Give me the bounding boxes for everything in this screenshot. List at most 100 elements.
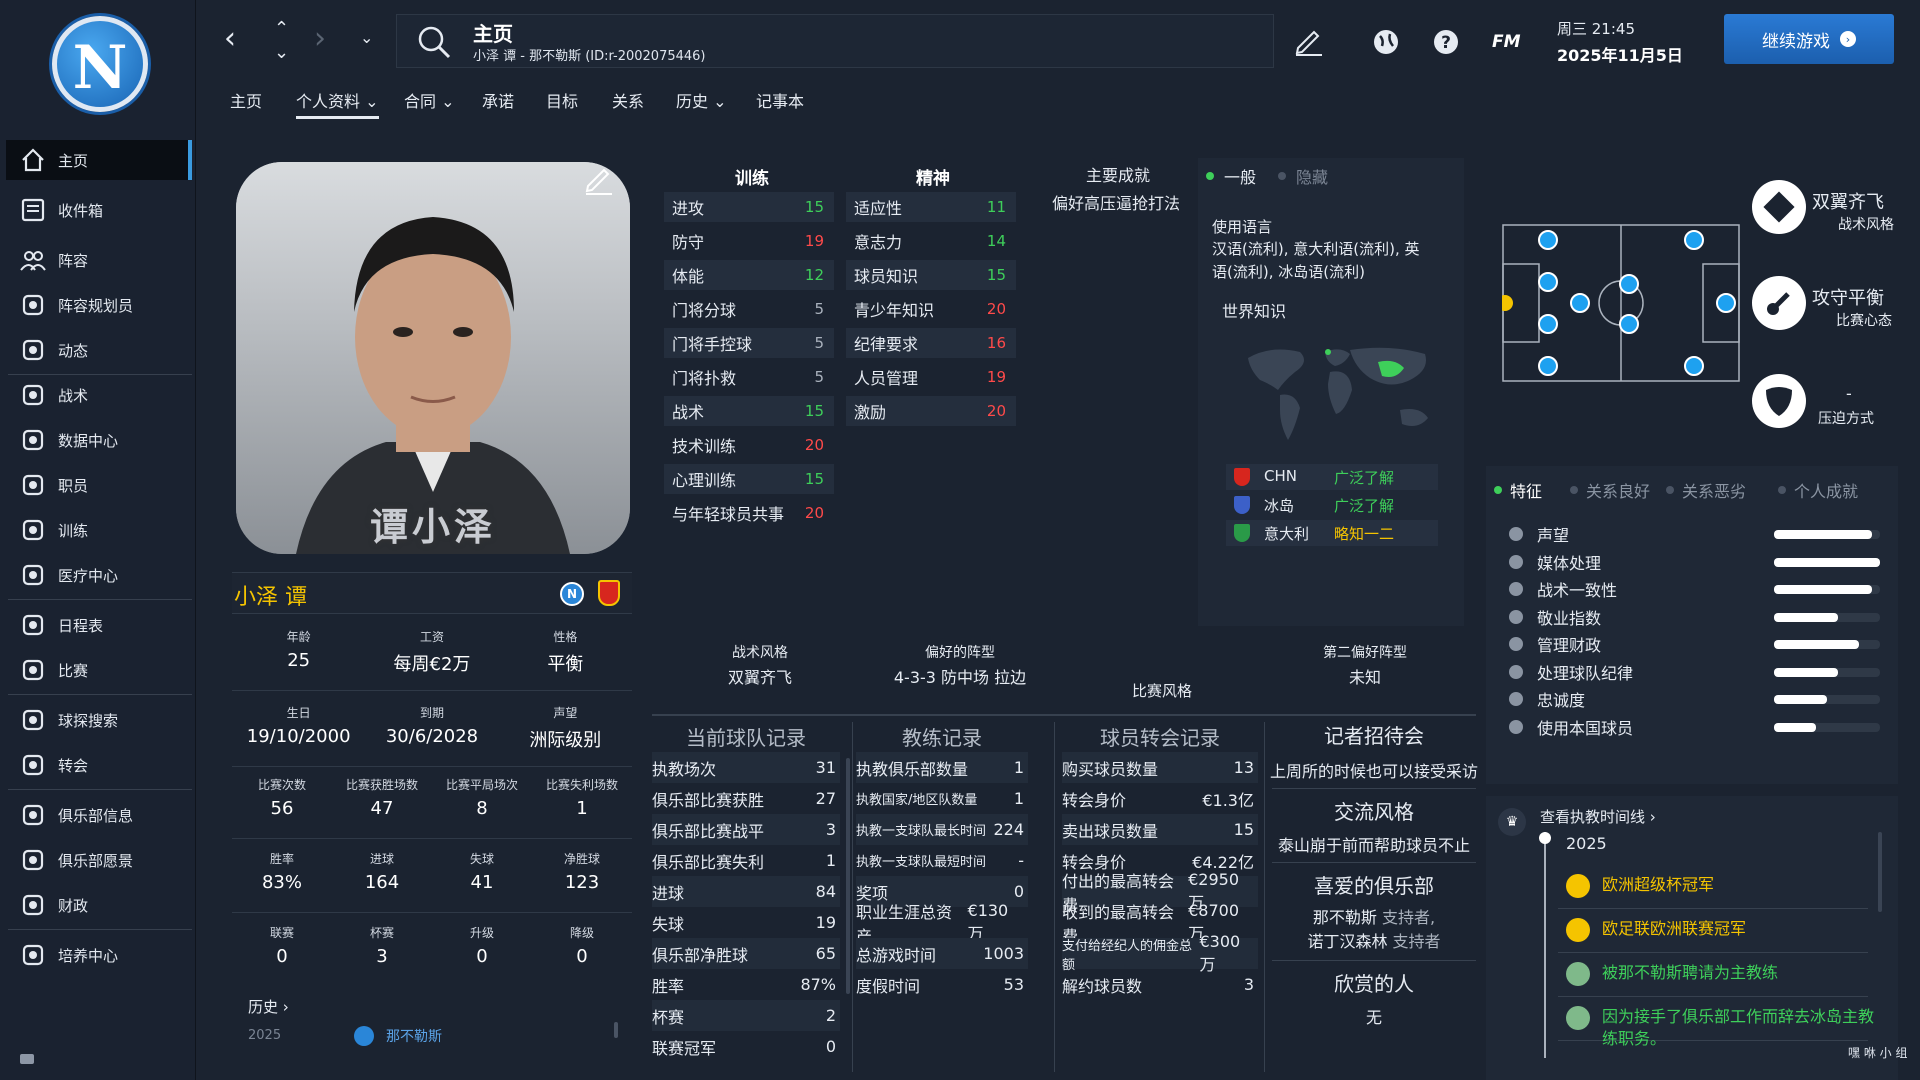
sidebar-item-12[interactable]: 球探搜索 [6, 700, 192, 740]
search-icon[interactable] [416, 24, 452, 60]
record-row: 购买球员数量 13 [1062, 752, 1258, 783]
tab-hidden[interactable]: 隐藏 [1278, 164, 1328, 188]
sidebar-item-16[interactable]: 财政 [6, 885, 192, 925]
timeline-item[interactable]: 因为接手了俱乐部工作而辞去冰岛主教练职务。 [1566, 1006, 1886, 1050]
fm-logo[interactable]: FM [1492, 32, 1521, 52]
staff-icon [14, 470, 52, 500]
formation-pitch[interactable] [1502, 224, 1740, 382]
sidebar-item-4[interactable]: 动态 [6, 330, 192, 370]
record-row: 转会身价 €1.3亿 [1062, 783, 1258, 814]
timeline-item[interactable]: 被那不勒斯聘请为主教练 [1566, 962, 1886, 986]
stat-label: 比赛次数 [257, 778, 306, 792]
back-icon[interactable]: ‹ [224, 24, 236, 54]
nation-name[interactable]: CHN [1264, 467, 1297, 485]
stat-label: 降级 [569, 926, 594, 940]
timeline-link[interactable]: 查看执教时间线 › [1540, 806, 1656, 827]
stat-label: 到期 [419, 706, 444, 720]
record-key: 度假时间 [856, 976, 921, 996]
tab-1[interactable]: 个人资料 ⌄ [296, 88, 379, 119]
record-row: 执教一支球队最长时间 224 [856, 814, 1028, 845]
edit-icon[interactable] [1292, 24, 1324, 56]
sidebar-item-7[interactable]: 职员 [6, 465, 192, 505]
globe-icon[interactable] [1372, 28, 1400, 56]
sidebar-item-9[interactable]: 医疗中心 [6, 555, 192, 595]
trait-tab-3[interactable]: 个人成就 [1778, 478, 1858, 502]
sidebar-item-3[interactable]: 阵容规划员 [6, 285, 192, 325]
sidebar-item-label: 俱乐部信息 [58, 806, 134, 825]
attribute-name: 门将手控球 [672, 335, 753, 354]
edit-photo-icon[interactable] [582, 162, 616, 200]
info-icon[interactable] [1509, 527, 1523, 541]
history-link[interactable]: 历史 › [248, 996, 289, 1017]
timeline-item[interactable]: 欧洲超级杯冠军 [1566, 874, 1886, 898]
trait-tab-label: 个人成就 [1794, 482, 1859, 501]
timeline-item[interactable]: 欧足联欧洲联赛冠军 [1566, 918, 1886, 942]
sidebar-item-13[interactable]: 转会 [6, 745, 192, 785]
tray-icon[interactable] [20, 1054, 34, 1064]
sidebar-item-1[interactable]: 收件箱 [6, 190, 192, 230]
stat-label: 升级 [469, 926, 494, 940]
history-dropdown-icon[interactable]: ⌄ [360, 30, 373, 46]
nation-name[interactable]: 冰岛 [1264, 495, 1294, 516]
tab-general[interactable]: 一般 [1206, 164, 1256, 188]
info-icon[interactable] [1509, 664, 1523, 679]
sidebar-item-17[interactable]: 培养中心 [6, 935, 192, 975]
sidebar-item-6[interactable]: 数据中心 [6, 420, 192, 460]
china-flag-icon[interactable] [598, 580, 620, 606]
sidebar-item-5[interactable]: 战术 [6, 375, 192, 415]
help-icon[interactable]: ? [1432, 28, 1460, 56]
record-value: €4.22亿 [1192, 852, 1254, 872]
info-icon[interactable] [1509, 719, 1523, 734]
info-icon[interactable] [1509, 609, 1523, 624]
sidebar-item-10[interactable]: 日程表 [6, 605, 192, 645]
trait-tab-1[interactable]: 关系良好 [1570, 478, 1650, 502]
sidebar-item-8[interactable]: 训练 [6, 510, 192, 550]
favourite-club-1-name[interactable]: 那不勒斯 [1313, 908, 1377, 927]
info-icon[interactable] [1509, 637, 1523, 651]
tab-0[interactable]: 主页 [230, 88, 262, 112]
info-icon[interactable] [1509, 692, 1523, 706]
info-icon[interactable] [1509, 582, 1523, 596]
history-club[interactable]: 那不勒斯 [386, 1026, 442, 1046]
trait-tab-2[interactable]: 关系恶劣 [1666, 478, 1746, 502]
sidebar-item-2[interactable]: 阵容 [6, 240, 192, 280]
stat-cell: 年龄 25 [232, 628, 365, 671]
history-scrollbar[interactable] [614, 1022, 618, 1038]
sidebar-item-0[interactable]: 主页 [6, 140, 192, 180]
tab-6[interactable]: 历史 ⌄ [676, 88, 727, 112]
timeline-scrollbar[interactable] [1878, 832, 1882, 912]
down-icon[interactable]: ⌄ [274, 44, 289, 62]
continue-button[interactable]: 继续游戏 › [1724, 14, 1894, 64]
nation-name[interactable]: 意大利 [1264, 523, 1309, 544]
tab-dot-icon [1778, 486, 1786, 494]
chevron-right-icon: › [1649, 808, 1656, 826]
timeline-divider [1558, 952, 1868, 953]
development-icon [14, 940, 52, 970]
forward-icon[interactable]: › [314, 24, 326, 54]
sidebar-item-11[interactable]: 比赛 [6, 650, 192, 690]
trait-row: 媒体处理 [1508, 548, 1884, 576]
pressing-title: - [1846, 384, 1852, 403]
attribute-name: 纪律要求 [854, 335, 919, 354]
tab-5[interactable]: 关系 [612, 88, 644, 112]
medical-icon [14, 560, 52, 590]
tab-2[interactable]: 合同 ⌄ [404, 88, 455, 112]
nation-level: 广泛了解 [1334, 497, 1395, 515]
up-icon[interactable]: ⌃ [274, 20, 289, 38]
club-badge-icon[interactable]: N [560, 582, 584, 606]
trait-name: 管理财政 [1537, 636, 1602, 655]
tab-3[interactable]: 承诺 [482, 88, 514, 112]
club-logo[interactable]: N [52, 16, 148, 112]
record-value: 27 [815, 789, 836, 808]
stat-label: 比赛失利场数 [545, 778, 618, 792]
trait-tab-0[interactable]: 特征 [1494, 478, 1542, 502]
sidebar-item-14[interactable]: 俱乐部信息 [6, 795, 192, 835]
records-scrollbar[interactable] [846, 758, 850, 994]
sidebar-item-15[interactable]: 俱乐部愿景 [6, 840, 192, 880]
favourite-club-2-name[interactable]: 诺丁汉森林 [1307, 932, 1387, 951]
tab-4[interactable]: 目标 [546, 88, 578, 112]
tab-7[interactable]: 记事本 [756, 88, 804, 112]
sidebar-item-label: 阵容 [58, 251, 89, 270]
info-icon[interactable] [1509, 554, 1523, 569]
comm-style-title: 交流风格 [1334, 800, 1414, 824]
